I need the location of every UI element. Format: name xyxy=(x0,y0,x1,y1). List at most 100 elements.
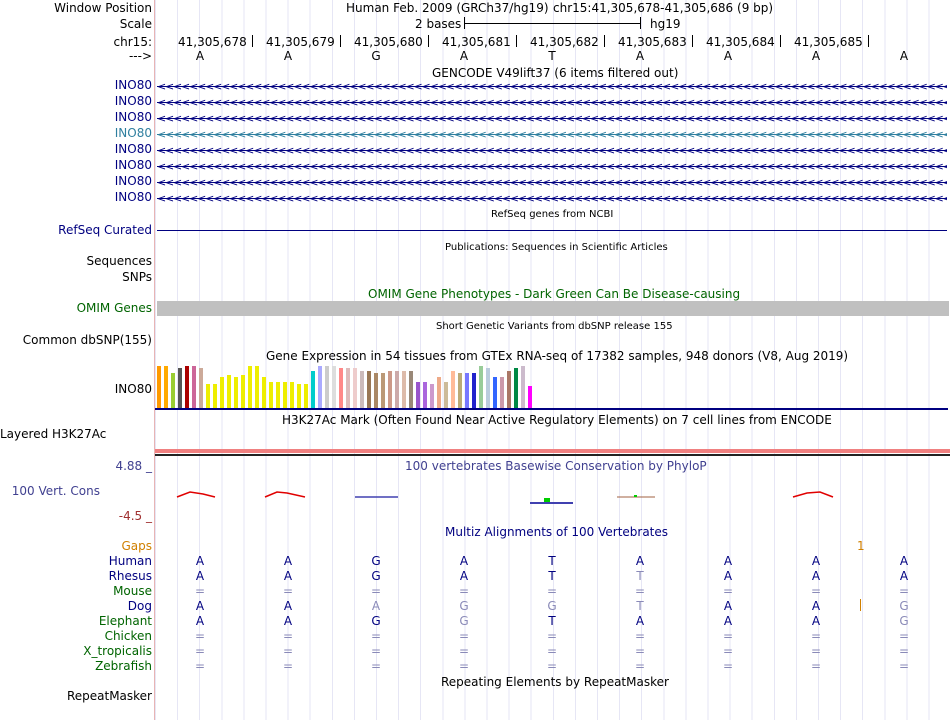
gtex-tissue-bar[interactable] xyxy=(332,366,336,408)
gtex-tissue-bar[interactable] xyxy=(283,382,287,408)
gencode-track-title[interactable]: GENCODE V49lift37 (6 items filtered out) xyxy=(432,66,678,81)
gtex-tissue-bar[interactable] xyxy=(486,368,490,408)
gtex-tissue-bar[interactable] xyxy=(206,384,210,408)
gencode-transcript-label[interactable]: INO80 xyxy=(0,174,152,189)
gtex-tissue-bar[interactable] xyxy=(416,382,420,408)
gencode-transcript[interactable]: <<<<<<<<<<<<<<<<<<<<<<<<<<<<<<<<<<<<<<<<… xyxy=(157,82,947,92)
h3k27ac-label[interactable]: Layered H3K27Ac xyxy=(0,427,106,442)
refseq-track-title[interactable]: RefSeq genes from NCBI xyxy=(491,207,613,222)
species-label[interactable]: Zebrafish xyxy=(0,659,152,674)
gencode-transcript[interactable]: <<<<<<<<<<<<<<<<<<<<<<<<<<<<<<<<<<<<<<<<… xyxy=(157,98,947,108)
gtex-track-title[interactable]: Gene Expression in 54 tissues from GTEx … xyxy=(266,349,848,364)
gencode-transcript[interactable]: <<<<<<<<<<<<<<<<<<<<<<<<<<<<<<<<<<<<<<<<… xyxy=(157,178,947,188)
gtex-tissue-bar[interactable] xyxy=(325,366,329,408)
gtex-tissue-bar[interactable] xyxy=(185,366,189,408)
omim-gene-bar[interactable] xyxy=(157,301,949,316)
gtex-tissue-bar[interactable] xyxy=(304,384,308,408)
omim-track-title[interactable]: OMIM Gene Phenotypes - Dark Green Can Be… xyxy=(368,287,740,302)
gencode-transcript-label[interactable]: INO80 xyxy=(0,78,152,93)
phylop-track-title[interactable]: 100 vertebrates Basewise Conservation by… xyxy=(405,459,707,474)
publications-track-title[interactable]: Publications: Sequences in Scientific Ar… xyxy=(445,240,668,255)
position-text[interactable]: chr15:41,305,678-41,305,686 (9 bp) xyxy=(553,1,773,16)
gencode-transcript[interactable]: <<<<<<<<<<<<<<<<<<<<<<<<<<<<<<<<<<<<<<<<… xyxy=(157,130,947,140)
gencode-transcript-label[interactable]: INO80 xyxy=(0,110,152,125)
gencode-transcript-label[interactable]: INO80 xyxy=(0,158,152,173)
gtex-tissue-bar[interactable] xyxy=(297,384,301,408)
gtex-tissue-bar[interactable] xyxy=(381,373,385,408)
gtex-tissue-bar[interactable] xyxy=(248,366,252,408)
gtex-tissue-bar[interactable] xyxy=(318,366,322,408)
gtex-tissue-bar[interactable] xyxy=(493,377,497,408)
h3k27ac-track-title[interactable]: H3K27Ac Mark (Often Found Near Active Re… xyxy=(282,413,832,428)
gtex-tissue-bar[interactable] xyxy=(269,382,273,408)
gencode-transcript[interactable]: <<<<<<<<<<<<<<<<<<<<<<<<<<<<<<<<<<<<<<<<… xyxy=(157,194,947,204)
gtex-tissue-bar[interactable] xyxy=(465,373,469,408)
gtex-tissue-bar[interactable] xyxy=(360,371,364,408)
gtex-tissue-bar[interactable] xyxy=(395,371,399,408)
gtex-tissue-bar[interactable] xyxy=(346,368,350,408)
gtex-tissue-bar[interactable] xyxy=(178,368,182,408)
refseq-label[interactable]: RefSeq Curated xyxy=(0,223,152,238)
phylop-label[interactable]: 100 Vert. Cons xyxy=(0,484,100,499)
species-label[interactable]: Mouse xyxy=(0,584,152,599)
repeatmasker-track-title[interactable]: Repeating Elements by RepeatMasker xyxy=(441,675,669,690)
repeatmasker-label[interactable]: RepeatMasker xyxy=(0,689,152,704)
gtex-tissue-bar[interactable] xyxy=(458,373,462,408)
gtex-tissue-bar[interactable] xyxy=(402,371,406,408)
phylop-wiggle[interactable] xyxy=(155,485,950,510)
gtex-label[interactable]: INO80 xyxy=(0,382,152,397)
gtex-tissue-bar[interactable] xyxy=(311,371,315,408)
snps-label[interactable]: SNPs xyxy=(0,270,152,285)
gtex-tissue-bar[interactable] xyxy=(430,384,434,408)
species-label[interactable]: Elephant xyxy=(0,614,152,629)
species-label[interactable]: X_tropicalis xyxy=(0,644,152,659)
gtex-tissue-bar[interactable] xyxy=(521,366,525,408)
gtex-bar-chart[interactable] xyxy=(157,364,537,408)
gtex-tissue-bar[interactable] xyxy=(164,366,168,408)
multiz-track-title[interactable]: Multiz Alignments of 100 Vertebrates xyxy=(445,525,668,540)
h3k27ac-signal[interactable] xyxy=(155,449,950,453)
gtex-tissue-bar[interactable] xyxy=(367,371,371,408)
dbsnp-label[interactable]: Common dbSNP(155) xyxy=(0,333,152,348)
gencode-transcript-label[interactable]: INO80 xyxy=(0,126,152,141)
species-label[interactable]: Rhesus xyxy=(0,569,152,584)
species-label[interactable]: Human xyxy=(0,554,152,569)
gtex-tissue-bar[interactable] xyxy=(157,366,161,408)
gencode-transcript-label[interactable]: INO80 xyxy=(0,94,152,109)
species-label[interactable]: Dog xyxy=(0,599,152,614)
gtex-tissue-bar[interactable] xyxy=(472,373,476,408)
gencode-transcript[interactable]: <<<<<<<<<<<<<<<<<<<<<<<<<<<<<<<<<<<<<<<<… xyxy=(157,146,947,156)
dbsnp-track-title[interactable]: Short Genetic Variants from dbSNP releas… xyxy=(436,319,673,334)
gtex-tissue-bar[interactable] xyxy=(171,373,175,408)
gtex-tissue-bar[interactable] xyxy=(339,368,343,408)
gencode-transcript-label[interactable]: INO80 xyxy=(0,142,152,157)
gtex-tissue-bar[interactable] xyxy=(276,382,280,408)
gtex-tissue-bar[interactable] xyxy=(234,377,238,408)
gtex-tissue-bar[interactable] xyxy=(353,368,357,408)
gtex-tissue-bar[interactable] xyxy=(255,366,259,408)
gtex-tissue-bar[interactable] xyxy=(374,373,378,408)
gtex-tissue-bar[interactable] xyxy=(479,366,483,408)
gencode-transcript[interactable]: <<<<<<<<<<<<<<<<<<<<<<<<<<<<<<<<<<<<<<<<… xyxy=(157,162,947,172)
species-label[interactable]: Chicken xyxy=(0,629,152,644)
gtex-tissue-bar[interactable] xyxy=(199,368,203,408)
omim-label[interactable]: OMIM Genes xyxy=(0,301,152,316)
gtex-tissue-bar[interactable] xyxy=(213,384,217,408)
gtex-tissue-bar[interactable] xyxy=(227,375,231,408)
gtex-tissue-bar[interactable] xyxy=(241,375,245,408)
gtex-tissue-bar[interactable] xyxy=(290,382,294,408)
gtex-tissue-bar[interactable] xyxy=(507,371,511,408)
gtex-tissue-bar[interactable] xyxy=(500,377,504,408)
gtex-tissue-bar[interactable] xyxy=(409,371,413,408)
gtex-tissue-bar[interactable] xyxy=(444,382,448,408)
gtex-tissue-bar[interactable] xyxy=(192,366,196,408)
gencode-transcript-label[interactable]: INO80 xyxy=(0,190,152,205)
gtex-tissue-bar[interactable] xyxy=(423,382,427,408)
gtex-tissue-bar[interactable] xyxy=(451,371,455,408)
gtex-tissue-bar[interactable] xyxy=(388,371,392,408)
gtex-tissue-bar[interactable] xyxy=(437,377,441,408)
gtex-tissue-bar[interactable] xyxy=(220,377,224,408)
gtex-tissue-bar[interactable] xyxy=(514,368,518,408)
gtex-tissue-bar[interactable] xyxy=(528,386,532,408)
sequences-label[interactable]: Sequences xyxy=(0,254,152,269)
